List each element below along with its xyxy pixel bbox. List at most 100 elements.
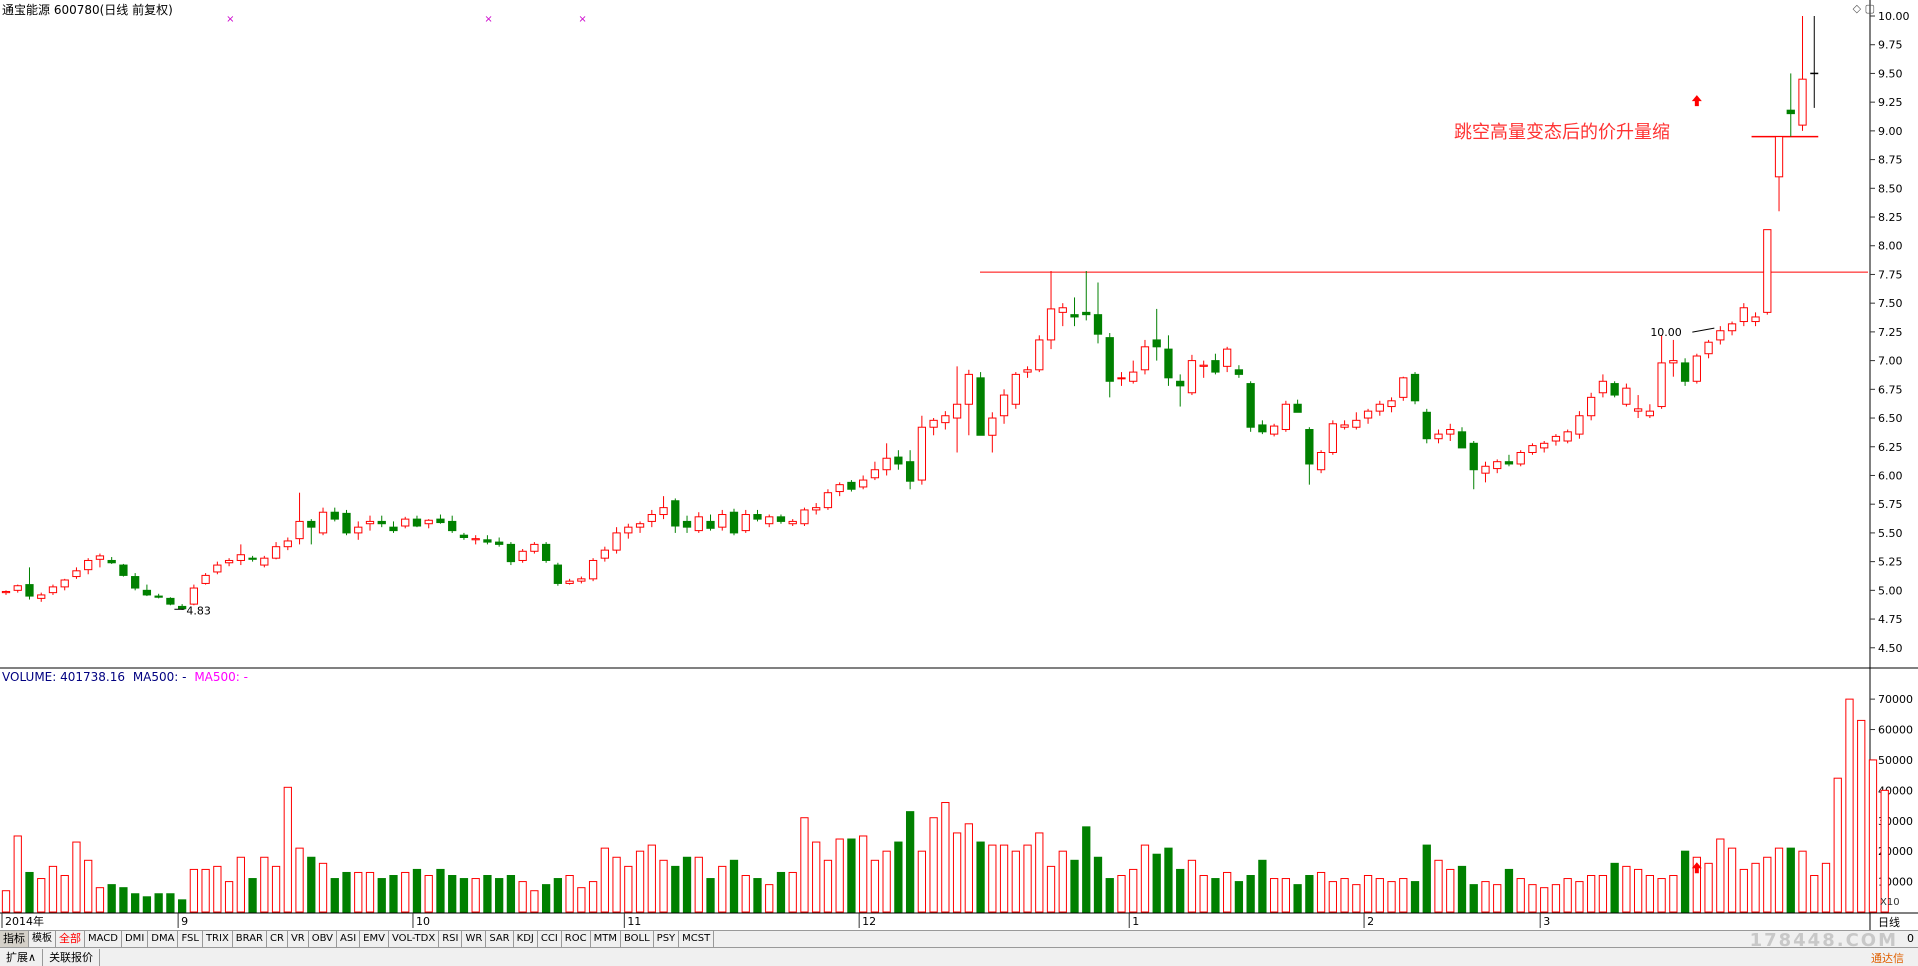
volume-bar xyxy=(1140,844,1150,913)
volume-bar xyxy=(1657,878,1666,913)
tab-brar[interactable]: BRAR xyxy=(233,931,267,947)
candle-body xyxy=(788,520,797,525)
candle-body xyxy=(952,403,962,419)
candle-body xyxy=(929,419,938,428)
candle-body xyxy=(412,518,422,527)
volume-bar xyxy=(1375,878,1384,913)
date-tick-label: 10 xyxy=(416,915,430,928)
candle-body xyxy=(37,594,46,599)
tab-emv[interactable]: EMV xyxy=(360,931,389,947)
volume-bar xyxy=(1833,777,1842,913)
bottom-tab-0[interactable]: 扩展∧ xyxy=(0,948,44,966)
candle-body xyxy=(1035,339,1044,371)
volume-bar xyxy=(1528,884,1537,913)
volume-bar xyxy=(1610,862,1619,913)
candle-body xyxy=(1446,429,1455,435)
candle-body xyxy=(1587,396,1596,417)
price-tick-label: 7.25 xyxy=(1878,326,1903,339)
volume-bar xyxy=(342,871,351,913)
tab-roc[interactable]: ROC xyxy=(562,931,591,947)
tab-obv[interactable]: OBV xyxy=(309,931,337,947)
candle-body xyxy=(1598,380,1608,394)
volume-bar xyxy=(847,838,856,913)
volume-bar xyxy=(1739,868,1748,913)
candle-body xyxy=(1763,229,1772,313)
tab-rsi[interactable]: RSI xyxy=(439,931,463,947)
volume-bar xyxy=(1082,826,1091,913)
volume-bar xyxy=(1434,859,1443,913)
x-marker: × xyxy=(226,14,234,25)
volume-bar xyxy=(1187,859,1197,913)
candle-body xyxy=(1692,355,1701,382)
candle-body xyxy=(1704,341,1713,355)
volume-bar xyxy=(1422,844,1431,913)
tab-psy[interactable]: PSY xyxy=(654,931,680,947)
tab-指标[interactable]: 指标 xyxy=(0,931,29,947)
candle-body xyxy=(706,520,715,529)
tab-wr[interactable]: WR xyxy=(462,931,487,947)
volume-bar xyxy=(189,868,199,913)
brand-label: 通达信 xyxy=(1871,952,1904,965)
corner-icons[interactable]: ◇ ▢ xyxy=(1853,2,1875,15)
price-tick-label: 5.75 xyxy=(1878,498,1903,511)
candle-body xyxy=(1246,383,1255,428)
candle-body xyxy=(1105,337,1114,382)
volume-bar xyxy=(976,841,985,913)
candle-body xyxy=(1410,373,1420,402)
candle-body xyxy=(1023,369,1032,373)
volume-bar xyxy=(588,881,598,913)
price-tick-label: 5.00 xyxy=(1878,584,1903,597)
candle-body xyxy=(1199,364,1208,367)
volume-bar xyxy=(448,875,457,913)
tab-boll[interactable]: BOLL xyxy=(621,931,654,947)
candle-body xyxy=(483,539,492,543)
tab-模板[interactable]: 模板 xyxy=(29,931,56,947)
bottom-tab-1[interactable]: 关联报价 xyxy=(43,948,101,966)
volume-bar xyxy=(964,823,973,913)
tab-macd[interactable]: MACD xyxy=(85,931,122,947)
volume-bar xyxy=(354,871,363,913)
candle-body xyxy=(354,526,363,534)
candle-body xyxy=(870,469,880,479)
candle-body xyxy=(60,579,69,588)
candle-body xyxy=(307,520,316,528)
tab-sar[interactable]: SAR xyxy=(486,931,514,947)
candle-body xyxy=(436,518,445,524)
tab-dmi[interactable]: DMI xyxy=(122,931,149,947)
tab-kdj[interactable]: KDJ xyxy=(514,931,538,947)
tab-vr[interactable]: VR xyxy=(288,931,309,947)
tab-cci[interactable]: CCI xyxy=(538,931,562,947)
volume-bar xyxy=(131,893,140,913)
candle-body xyxy=(835,484,844,493)
candle-body xyxy=(142,589,152,596)
tab-mcst[interactable]: MCST xyxy=(679,931,715,947)
date-tick-label: 1 xyxy=(1132,915,1139,928)
volume-bar xyxy=(694,856,703,913)
candle-body xyxy=(13,585,22,591)
tab-mtm[interactable]: MTM xyxy=(591,931,621,947)
candle-body xyxy=(201,574,210,584)
candle-body xyxy=(694,516,703,532)
volume-bar xyxy=(1152,853,1161,913)
candle-body xyxy=(1129,371,1138,382)
volume-bar xyxy=(929,817,938,913)
volume-bar xyxy=(1058,850,1067,913)
tab-dma[interactable]: DMA xyxy=(148,931,179,947)
tab-cr[interactable]: CR xyxy=(267,931,288,947)
candle-body xyxy=(541,543,551,561)
price-tick-label: 6.50 xyxy=(1878,412,1903,425)
candle-body xyxy=(1187,360,1197,394)
tab-trix[interactable]: TRIX xyxy=(203,931,233,947)
candle-body xyxy=(941,415,950,424)
volume-bar xyxy=(1821,862,1831,913)
candle-body xyxy=(1680,362,1690,382)
tab-fsl[interactable]: FSL xyxy=(178,931,203,947)
tab-vol-tdx[interactable]: VOL-TDX xyxy=(389,931,440,947)
tab-asi[interactable]: ASI xyxy=(337,931,361,947)
tab-全部[interactable]: 全部 xyxy=(56,931,85,947)
stock-chart: 10.00 9.75 9.50 9.25 9.00 8.75 8.50 8.25 8.00 7.7… xyxy=(0,0,1918,930)
volume-bar xyxy=(718,865,727,913)
candle-body xyxy=(25,584,34,597)
candle-body xyxy=(1739,307,1748,323)
volume-bar xyxy=(1563,878,1572,913)
